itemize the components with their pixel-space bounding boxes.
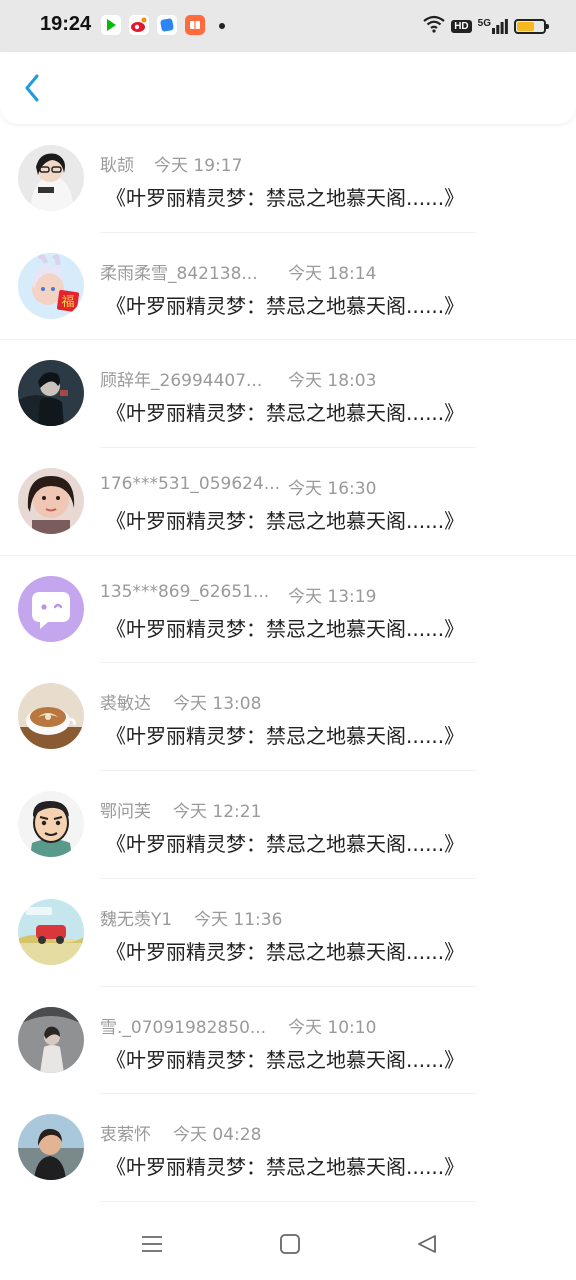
- weibo-app-icon: [129, 15, 149, 35]
- sender-name: 衷萦怀: [100, 1125, 151, 1146]
- message-time: 今天 04:28: [173, 1125, 262, 1146]
- list-item[interactable]: 雪._07091982850... 今天 10:10 《叶罗丽精灵梦：禁忌之地慕…: [0, 987, 576, 1095]
- message-time: 今天 18:14: [288, 263, 377, 284]
- sender-name: 176***531_059624...: [100, 474, 281, 495]
- hd-badge: HD: [451, 19, 472, 33]
- home-icon: [279, 1233, 301, 1259]
- menu-button[interactable]: [138, 1232, 166, 1260]
- avatar: [18, 683, 84, 750]
- message-time: 今天 13:19: [288, 586, 377, 607]
- message-time: 今天 12:21: [173, 802, 262, 823]
- avatar: [18, 360, 84, 427]
- sender-name: 柔雨柔雪_842138...: [100, 263, 258, 284]
- list-item[interactable]: 135***869_62651... 今天 13:19 《叶罗丽精灵梦：禁忌之地…: [0, 556, 576, 664]
- orange-app-icon: [185, 15, 205, 35]
- wifi-icon: [423, 15, 445, 37]
- navigation-bar: [0, 1210, 576, 1280]
- message-text: 《叶罗丽精灵梦：禁忌之地慕天阁......》: [106, 293, 465, 318]
- message-text: 《叶罗丽精灵梦：禁忌之地慕天阁......》: [106, 1155, 465, 1180]
- menu-icon: [141, 1234, 163, 1258]
- message-time: 今天 10:10: [288, 1017, 377, 1038]
- avatar: [18, 1114, 84, 1181]
- avatar: [18, 898, 84, 965]
- battery-icon: [514, 18, 549, 34]
- list-item[interactable]: 顾辞年_26994407... 今天 18:03 《叶罗丽精灵梦：禁忌之地慕天阁…: [0, 340, 576, 448]
- message-text: 《叶罗丽精灵梦：禁忌之地慕天阁......》: [106, 939, 465, 964]
- message-text: 《叶罗丽精灵梦：禁忌之地慕天阁......》: [106, 832, 465, 857]
- sender-name: 耿颉: [100, 156, 134, 176]
- iqiyi-app-icon: [101, 15, 121, 35]
- avatar: [18, 791, 84, 858]
- home-button[interactable]: [276, 1232, 304, 1260]
- list-item[interactable]: 魏无羡Y1 今天 11:36 《叶罗丽精灵梦：禁忌之地慕天阁......》: [0, 879, 576, 987]
- message-list: 耿颉 今天 19:17 《叶罗丽精灵梦：禁忌之地慕天阁......》 福 柔雨柔…: [0, 125, 576, 1202]
- list-item[interactable]: 衷萦怀 今天 04:28 《叶罗丽精灵梦：禁忌之地慕天阁......》: [0, 1094, 576, 1202]
- signal-icon: 5G: [478, 18, 508, 34]
- list-item[interactable]: 裘敏达 今天 13:08 《叶罗丽精灵梦：禁忌之地慕天阁......》: [0, 663, 576, 771]
- avatar: 福: [18, 252, 84, 319]
- message-text: 《叶罗丽精灵梦：禁忌之地慕天阁......》: [106, 186, 465, 210]
- message-text: 《叶罗丽精灵梦：禁忌之地慕天阁......》: [106, 401, 465, 426]
- blue-app-icon: [157, 15, 177, 35]
- message-text: 《叶罗丽精灵梦：禁忌之地慕天阁......》: [106, 1047, 465, 1072]
- sender-name: 裘敏达: [100, 694, 151, 715]
- sender-name: 魏无羡Y1: [100, 909, 173, 930]
- sender-name: 顾辞年_26994407...: [100, 371, 263, 392]
- message-time: 今天 16:30: [288, 479, 377, 500]
- avatar: [18, 575, 84, 642]
- message-time: 今天 11:36: [194, 909, 283, 930]
- sender-name: 雪._07091982850...: [100, 1017, 267, 1038]
- avatar: [18, 145, 84, 211]
- list-item[interactable]: 福 柔雨柔雪_842138... 今天 18:14 《叶罗丽精灵梦：禁忌之地慕天…: [0, 233, 576, 341]
- message-time: 今天 13:08: [173, 694, 262, 715]
- status-time: 19:24: [40, 13, 92, 35]
- list-item[interactable]: 耿颉 今天 19:17 《叶罗丽精灵梦：禁忌之地慕天阁......》: [0, 125, 576, 233]
- list-item[interactable]: 176***531_059624... 今天 16:30 《叶罗丽精灵梦：禁忌之…: [0, 448, 576, 556]
- avatar: [18, 468, 84, 535]
- message-time: 今天 19:17: [154, 156, 243, 176]
- back-nav-button[interactable]: [413, 1232, 441, 1260]
- message-text: 《叶罗丽精灵梦：禁忌之地慕天阁......》: [106, 509, 465, 534]
- message-text: 《叶罗丽精灵梦：禁忌之地慕天阁......》: [106, 616, 465, 641]
- back-button[interactable]: [14, 72, 50, 108]
- status-bar: 19:24 HD 5G: [0, 0, 576, 52]
- notification-dot: [219, 23, 225, 29]
- message-text: 《叶罗丽精灵梦：禁忌之地慕天阁......》: [106, 724, 465, 749]
- sender-name: 135***869_62651...: [100, 581, 270, 602]
- chevron-left-icon: [22, 73, 42, 107]
- avatar: [18, 1006, 84, 1073]
- list-item[interactable]: 鄂问芙 今天 12:21 《叶罗丽精灵梦：禁忌之地慕天阁......》: [0, 771, 576, 879]
- top-bar: [0, 52, 576, 124]
- back-triangle-icon: [416, 1233, 438, 1259]
- svg-text:福: 福: [61, 295, 74, 310]
- message-time: 今天 18:03: [288, 371, 377, 392]
- sender-name: 鄂问芙: [100, 802, 151, 823]
